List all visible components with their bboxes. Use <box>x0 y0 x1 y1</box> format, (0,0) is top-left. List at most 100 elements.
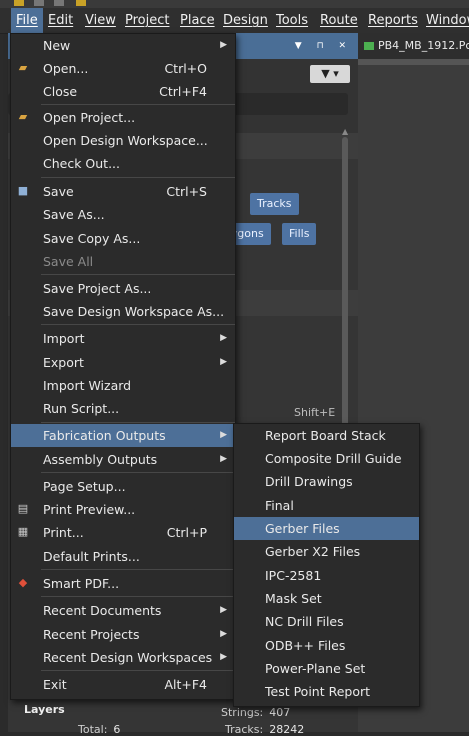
folder-open-icon: ▰ <box>18 61 28 74</box>
menu-separator <box>41 324 235 325</box>
menu-item-label: Smart PDF... <box>43 576 120 591</box>
menu-item-open-project[interactable]: ▰ Open Project... <box>11 106 235 129</box>
submenu-item-gerber-x2-files[interactable]: Gerber X2 Files <box>234 540 419 563</box>
menu-separator <box>41 670 235 671</box>
menu-item-label: Save <box>43 184 74 199</box>
submenu-arrow-icon: ▶ <box>220 357 227 367</box>
menu-item-assembly-outputs[interactable]: Assembly Outputs ▶ <box>11 448 235 471</box>
editor-strip <box>358 59 469 65</box>
menu-item-label: Export <box>43 355 84 370</box>
menu-separator <box>41 104 235 105</box>
menu-item-print-preview[interactable]: ▤ Print Preview... <box>11 498 235 521</box>
submenu-item-power-plane-set[interactable]: Power-Plane Set <box>234 657 419 680</box>
menu-window[interactable]: Window <box>421 8 469 33</box>
submenu-arrow-icon: ▶ <box>220 605 227 615</box>
menu-item-recent-projects[interactable]: Recent Projects ▶ <box>11 623 235 646</box>
menu-item-default-prints[interactable]: Default Prints... <box>11 545 235 568</box>
folder-icon[interactable] <box>76 0 86 6</box>
menu-item-save-as[interactable]: Save As... <box>11 203 235 226</box>
submenu-item-label: Gerber X2 Files <box>265 544 361 559</box>
menu-item-label: Run Script... <box>43 401 120 416</box>
menu-item-save-copy-as[interactable]: Save Copy As... <box>11 227 235 250</box>
menu-item-label: Recent Design Workspaces <box>43 650 213 665</box>
menu-place[interactable]: Place <box>175 8 220 33</box>
submenu-item-composite-drill-guide[interactable]: Composite Drill Guide <box>234 447 419 470</box>
menu-item-label: Check Out... <box>43 156 121 171</box>
menu-item-recent-workspaces[interactable]: Recent Design Workspaces ▶ <box>11 646 235 669</box>
submenu-item-nc-drill-files[interactable]: NC Drill Files <box>234 610 419 633</box>
submenu-item-label: Mask Set <box>265 591 322 606</box>
menu-view[interactable]: View <box>80 8 121 33</box>
menu-item-label: Print Preview... <box>43 502 136 517</box>
scroll-up-icon[interactable]: ▲ <box>342 127 348 136</box>
menu-file[interactable]: File <box>11 8 43 33</box>
panel-window-buttons[interactable]: ▼ ⊓ ✕ <box>295 33 352 59</box>
menu-reports[interactable]: Reports <box>363 8 423 33</box>
tracks-chip[interactable]: Tracks <box>250 193 299 215</box>
quick-access-icon[interactable] <box>34 0 44 6</box>
menu-separator <box>41 569 235 570</box>
submenu-item-label: Power-Plane Set <box>265 661 366 676</box>
menu-tools[interactable]: Tools <box>271 8 313 33</box>
menu-item-exit[interactable]: Exit Alt+F4 <box>11 673 235 696</box>
submenu-item-label: ODB++ Files <box>265 638 346 653</box>
submenu-item-report-board-stack[interactable]: Report Board Stack <box>234 424 419 447</box>
menu-item-export[interactable]: Export ▶ <box>11 351 235 374</box>
submenu-item-drill-drawings[interactable]: Drill Drawings <box>234 470 419 493</box>
submenu-item-label: Report Board Stack <box>265 428 386 443</box>
menu-item-save-all: Save All <box>11 250 235 273</box>
submenu-item-test-point-report[interactable]: Test Point Report <box>234 680 419 703</box>
submenu-arrow-icon: ▶ <box>220 652 227 662</box>
menu-item-recent-documents[interactable]: Recent Documents ▶ <box>11 599 235 622</box>
shortcut-hint: Shift+E <box>294 406 336 419</box>
submenu-item-final[interactable]: Final <box>234 494 419 517</box>
submenu-item-label: Drill Drawings <box>265 474 353 489</box>
menu-separator <box>41 422 235 423</box>
menu-item-fabrication-outputs[interactable]: Fabrication Outputs ▶ <box>11 424 235 447</box>
menu-item-label: Close <box>43 84 78 99</box>
menu-edit[interactable]: Edit <box>43 8 78 33</box>
menu-item-run-script[interactable]: Run Script... <box>11 397 235 420</box>
document-tab[interactable]: PB4_MB_1912.PcbDoc <box>358 33 469 59</box>
menu-item-print[interactable]: ▦ Print... Ctrl+P <box>11 521 235 544</box>
fills-chip[interactable]: Fills <box>282 223 317 245</box>
menu-item-open[interactable]: ▰ Open... Ctrl+O <box>11 57 235 80</box>
submenu-item-label: Gerber Files <box>265 521 340 536</box>
menu-item-label: New <box>43 38 71 53</box>
menu-item-check-out[interactable]: Check Out... <box>11 152 235 175</box>
menu-item-smart-pdf[interactable]: ◆ Smart PDF... <box>11 572 235 595</box>
submenu-item-mask-set[interactable]: Mask Set <box>234 587 419 610</box>
quick-access-icon[interactable] <box>54 0 64 6</box>
menu-item-label: Fabrication Outputs <box>43 428 166 443</box>
menu-design[interactable]: Design <box>218 8 273 33</box>
menu-item-label: Open Design Workspace... <box>43 133 208 148</box>
submenu-item-odb-files[interactable]: ODB++ Files <box>234 634 419 657</box>
file-menu: New ▶ ▰ Open... Ctrl+O Close Ctrl+F4 ▰ Open P… <box>10 33 236 700</box>
submenu-item-label: Final <box>265 498 294 513</box>
menu-item-page-setup[interactable]: Page Setup... <box>11 475 235 498</box>
document-tab-label: PB4_MB_1912.PcbDoc <box>378 39 469 52</box>
menu-item-shortcut: Alt+F4 <box>164 677 207 692</box>
panel-scrollbar[interactable] <box>342 137 348 427</box>
submenu-arrow-icon: ▶ <box>220 454 227 464</box>
menu-route[interactable]: Route <box>315 8 363 33</box>
menu-item-save-project-as[interactable]: Save Project As... <box>11 277 235 300</box>
menu-item-label: Default Prints... <box>43 549 140 564</box>
menu-item-label: Open Project... <box>43 110 136 125</box>
menu-item-close[interactable]: Close Ctrl+F4 <box>11 80 235 103</box>
menu-project[interactable]: Project <box>120 8 174 33</box>
submenu-item-label: IPC-2581 <box>265 568 322 583</box>
menu-item-open-workspace[interactable]: Open Design Workspace... <box>11 129 235 152</box>
menu-item-save[interactable]: ■ Save Ctrl+S <box>11 180 235 203</box>
menu-item-import-wizard[interactable]: Import Wizard <box>11 374 235 397</box>
submenu-item-ipc-2581[interactable]: IPC-2581 <box>234 564 419 587</box>
menu-item-label: Save Copy As... <box>43 231 141 246</box>
filter-dropdown-button[interactable]: ▼ ▾ <box>310 65 350 83</box>
stat-label: Strings: <box>221 706 264 719</box>
menu-item-save-workspace-as[interactable]: Save Design Workspace As... <box>11 300 235 323</box>
menu-item-new[interactable]: New ▶ <box>11 34 235 57</box>
title-strip <box>0 0 469 8</box>
menu-item-import[interactable]: Import ▶ <box>11 327 235 350</box>
submenu-item-gerber-files[interactable]: Gerber Files <box>234 517 419 540</box>
pcb-doc-icon <box>364 42 374 50</box>
